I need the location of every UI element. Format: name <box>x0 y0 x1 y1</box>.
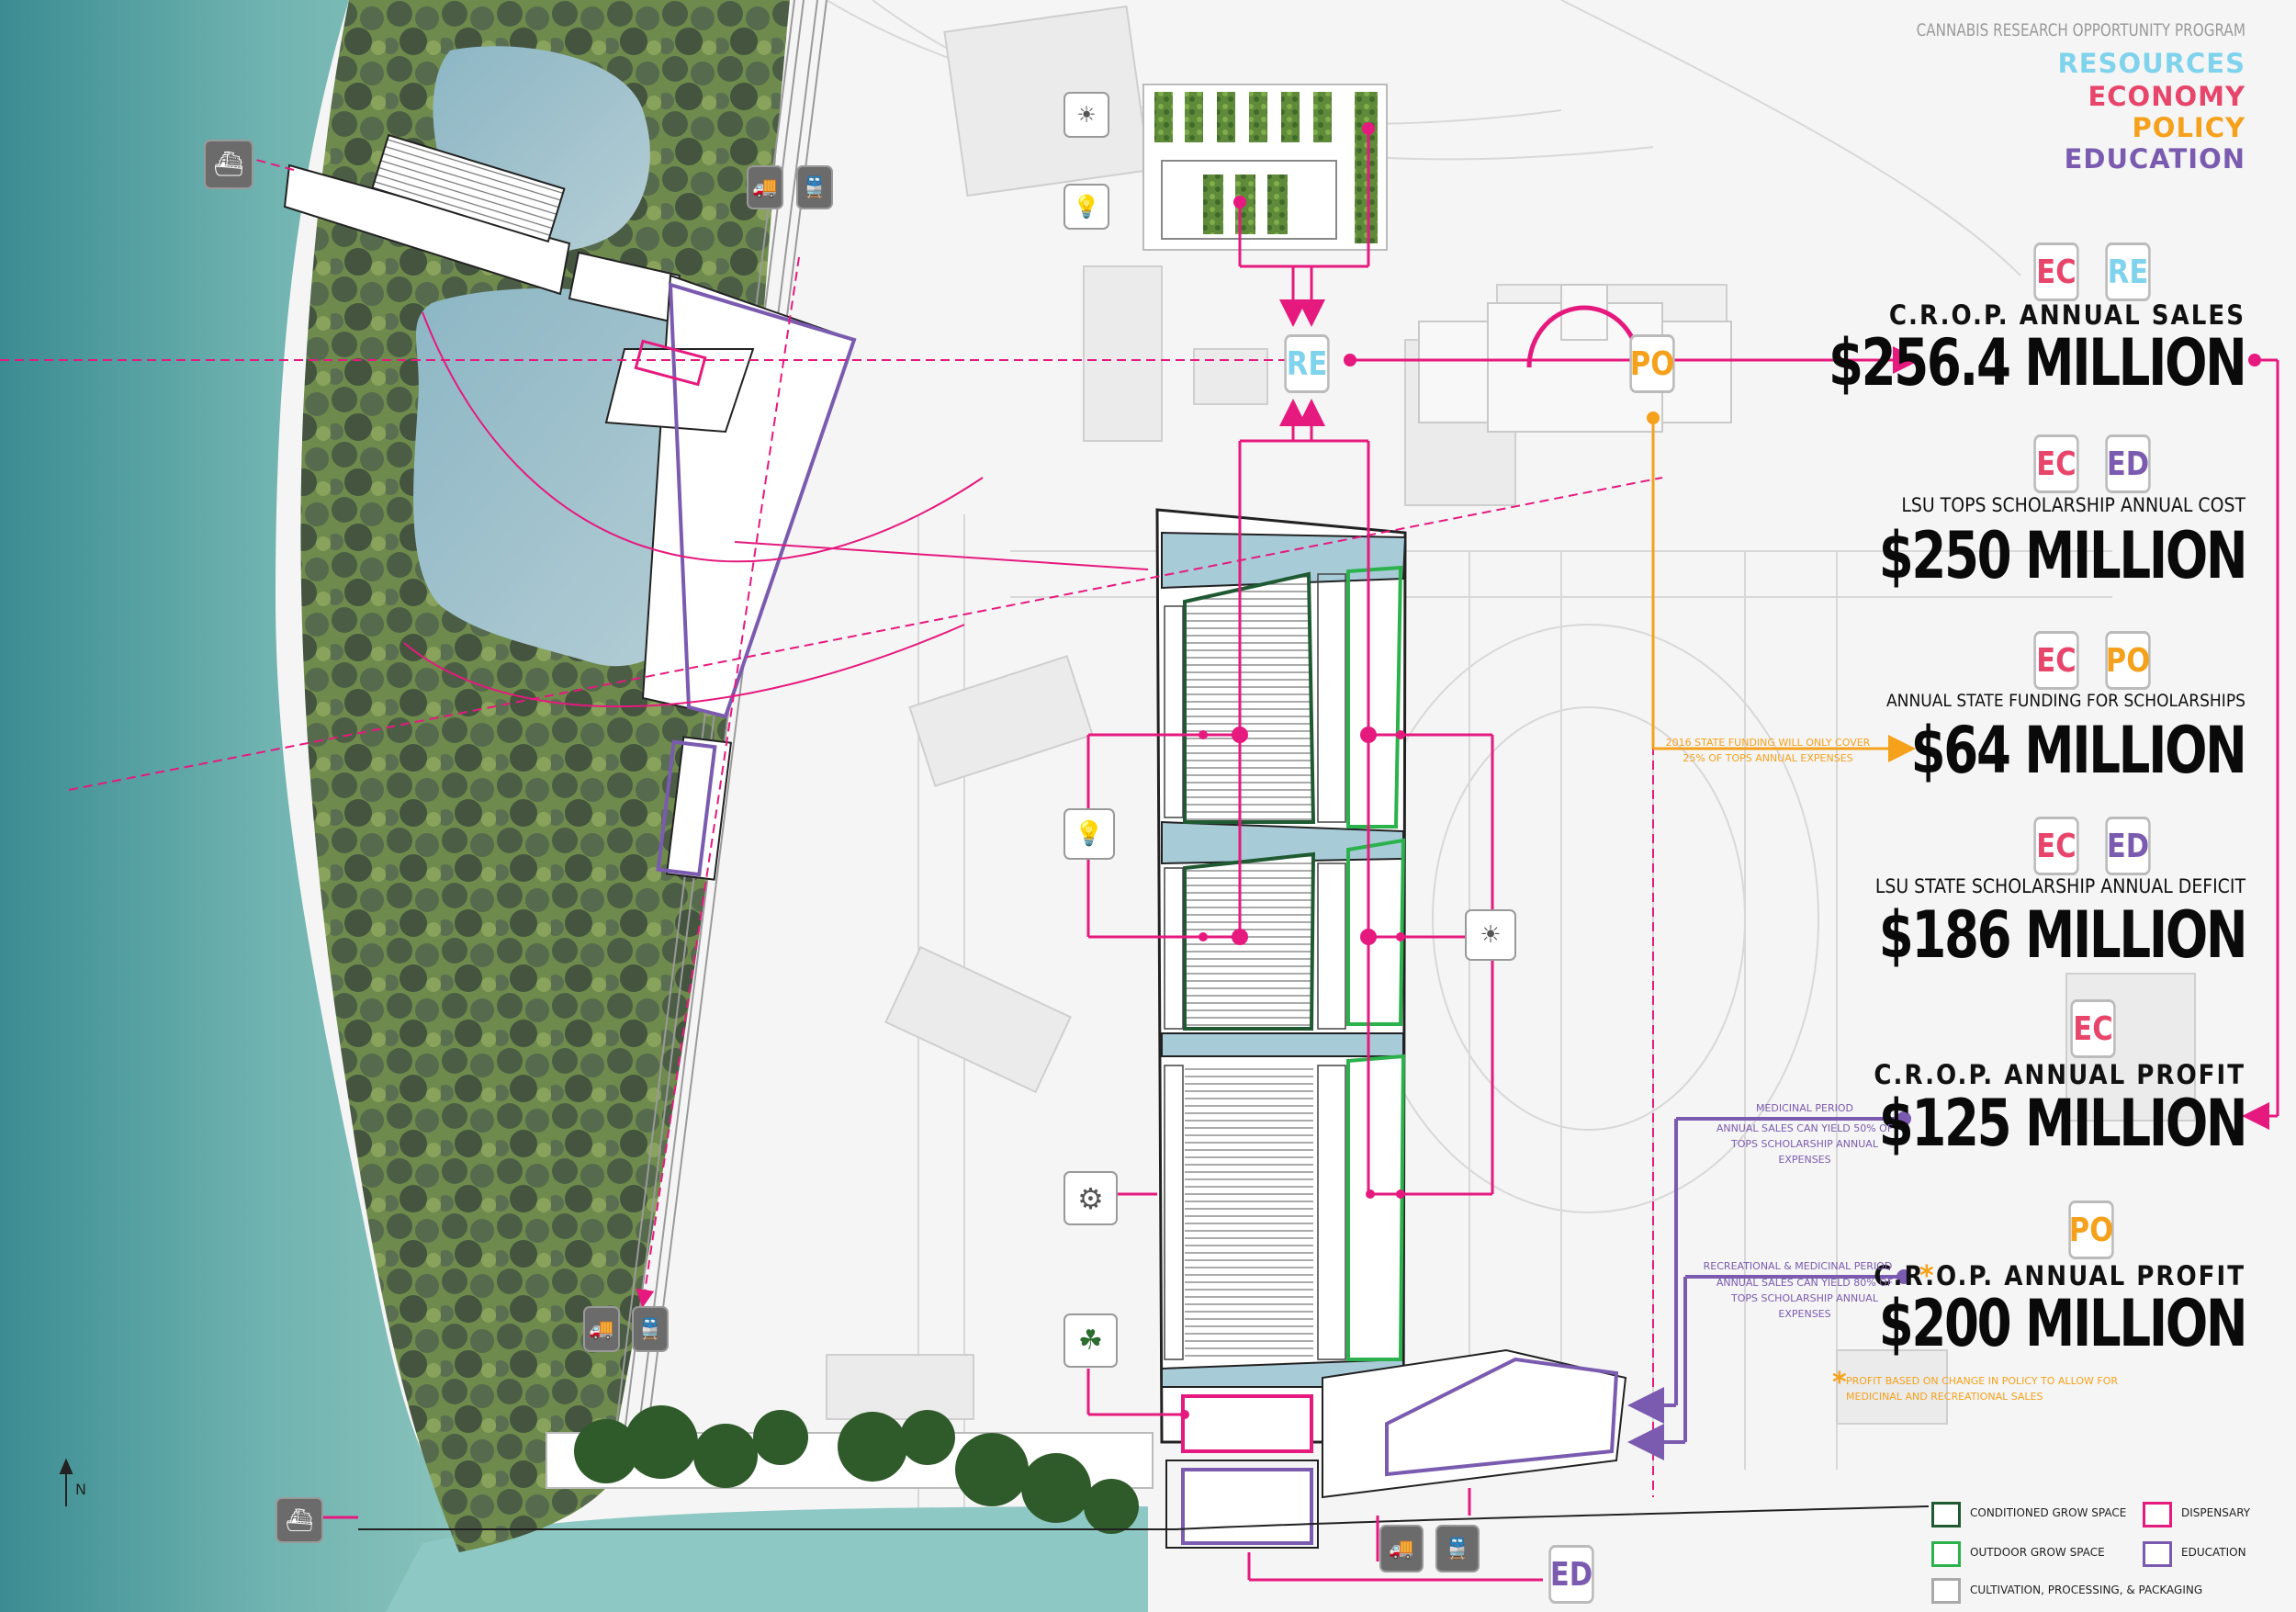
truck-icon-2: 🚚 <box>583 1306 620 1352</box>
legend-label-cultivation: CULTIVATION, PROCESSING, & PACKAGING <box>1970 1584 2203 1596</box>
stat2-value: $250 MILLION <box>1878 518 2247 593</box>
plan-tag-ed: ED <box>1548 1545 1594 1604</box>
asterisk-mark: * <box>1919 1260 1934 1292</box>
legend-swatch-outdoor <box>1931 1541 1961 1567</box>
stat1-tag-ec: EC <box>2033 242 2079 301</box>
ship-icon: ⛴ <box>204 140 253 189</box>
education-heading: EDUCATION <box>2064 143 2245 175</box>
gears-icon: ⚙ <box>1064 1171 1118 1225</box>
stat5-value: $125 MILLION <box>1878 1086 2247 1161</box>
stat4-label: LSU STATE SCHOLARSHIP ANNUAL DEFICIT <box>1874 875 2245 897</box>
stat1-tag-re: RE <box>2105 242 2151 301</box>
legend-label-dispensary: DISPENSARY <box>2181 1506 2251 1519</box>
medicinal-period-body: ANNUAL SALES CAN YIELD 50% OF TOPS SCHOL… <box>1716 1122 1894 1167</box>
legend-swatch-dispensary <box>2143 1502 2172 1527</box>
legend-swatch-conditioned <box>1931 1502 1961 1527</box>
stat4-value: $186 MILLION <box>1878 897 2247 973</box>
stat6-tag-po: PO <box>2068 1201 2114 1259</box>
stat1-value: $256.4 MILLION <box>1829 325 2247 400</box>
site-plan-svg <box>0 0 2296 1612</box>
site-plan-diagram: CANNABIS RESEARCH OPPORTUNITY PROGRAM RE… <box>0 0 2296 1612</box>
plan-tag-po: PO <box>1629 334 1675 393</box>
plan-tag-re: RE <box>1284 334 1330 393</box>
sun-icon-2: ☀ <box>1465 909 1516 961</box>
legend-swatch-education <box>2143 1541 2172 1567</box>
train-icon: 🚆 <box>796 165 833 209</box>
stat2-tag-ec: EC <box>2033 434 2079 493</box>
stat3-value: $64 MILLION <box>1911 713 2247 788</box>
stat3-label: ANNUAL STATE FUNDING FOR SCHOLARSHIPS <box>1885 691 2245 711</box>
ship-icon-2: ⛴ <box>276 1497 323 1543</box>
train-icon-3: 🚆 <box>1435 1525 1480 1573</box>
legend-swatch-cultivation <box>1931 1578 1961 1604</box>
recreational-period-body: ANNUAL SALES CAN YIELD 80% OF TOPS SCHOL… <box>1716 1277 1894 1321</box>
legend-label-conditioned: CONDITIONED GROW SPACE <box>1970 1506 2127 1519</box>
profit-footnote: PROFIT BASED ON CHANGE IN POLICY TO ALLO… <box>1846 1375 2119 1403</box>
stat4-tag-ed: ED <box>2105 817 2151 875</box>
stat5-tag-ec: EC <box>2070 999 2116 1058</box>
stat2-label: LSU TOPS SCHOLARSHIP ANNUAL COST <box>1901 494 2245 516</box>
truck-icon: 🚚 <box>747 165 783 209</box>
stat2-tag-ed: ED <box>2105 434 2151 493</box>
cannabis-leaf-icon: ☘ <box>1064 1313 1118 1368</box>
stat3-tag-ec: EC <box>2033 631 2079 690</box>
lightbulb-icon-2: 💡 <box>1064 808 1115 860</box>
stat3-tag-po: PO <box>2105 631 2151 690</box>
truck-icon-3: 🚚 <box>1379 1525 1424 1573</box>
program-title: CANNABIS RESEARCH OPPORTUNITY PROGRAM <box>1916 20 2245 40</box>
state-funding-note: 2016 STATE FUNDING WILL ONLY COVER 25% O… <box>1665 737 1871 765</box>
train-icon-2: 🚆 <box>632 1306 669 1352</box>
legend-label-outdoor: OUTDOOR GROW SPACE <box>1970 1546 2105 1559</box>
policy-heading: POLICY <box>2132 112 2245 143</box>
medicinal-period-title: MEDICINAL PERIOD <box>1755 1102 1854 1114</box>
sun-icon: ☀ <box>1064 92 1109 138</box>
stat6-value: $200 MILLION <box>1878 1286 2247 1361</box>
lightbulb-icon: 💡 <box>1064 184 1109 230</box>
footnote-asterisk: * <box>1832 1367 1847 1399</box>
economy-heading: ECONOMY <box>2088 81 2245 112</box>
stat4-tag-ec: EC <box>2033 817 2079 875</box>
recreational-period-title: RECREATIONAL & MEDICINAL PERIOD <box>1703 1260 1893 1272</box>
north-label: N <box>75 1481 86 1498</box>
legend-label-education: EDUCATION <box>2181 1546 2246 1559</box>
resources-heading: RESOURCES <box>2057 48 2245 79</box>
